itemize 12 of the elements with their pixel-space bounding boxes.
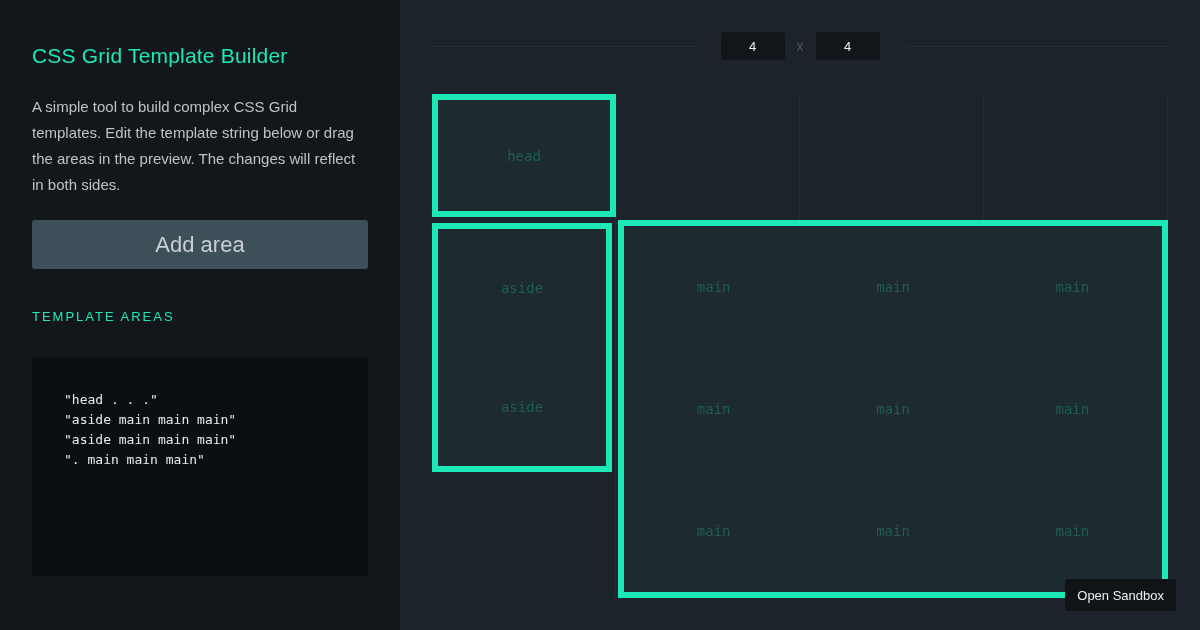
- template-line: ". main main main": [64, 451, 206, 469]
- add-area-button[interactable]: Add area: [32, 220, 368, 269]
- template-line: "aside main main main": [64, 411, 238, 429]
- template-line: "head . . .": [64, 391, 159, 409]
- template-line: "aside main main main": [64, 431, 238, 449]
- columns-field[interactable]: 4: [720, 32, 785, 60]
- section-heading: TEMPLATE AREAS: [32, 309, 176, 324]
- open-sandbox-button[interactable]: Open Sandbox: [1065, 579, 1176, 611]
- template-editor[interactable]: "head . . ." "aside main main main" "aside main main main" ". main main main": [32, 358, 368, 576]
- rows-field[interactable]: 4: [815, 32, 880, 60]
- app-title: CSS Grid Template Builder: [32, 44, 289, 68]
- description-text: A simple tool to build complex CSS Grid templates. Edit the template string below or drag the areas in the preview. The changes will reflect in both sides.: [32, 97, 357, 195]
